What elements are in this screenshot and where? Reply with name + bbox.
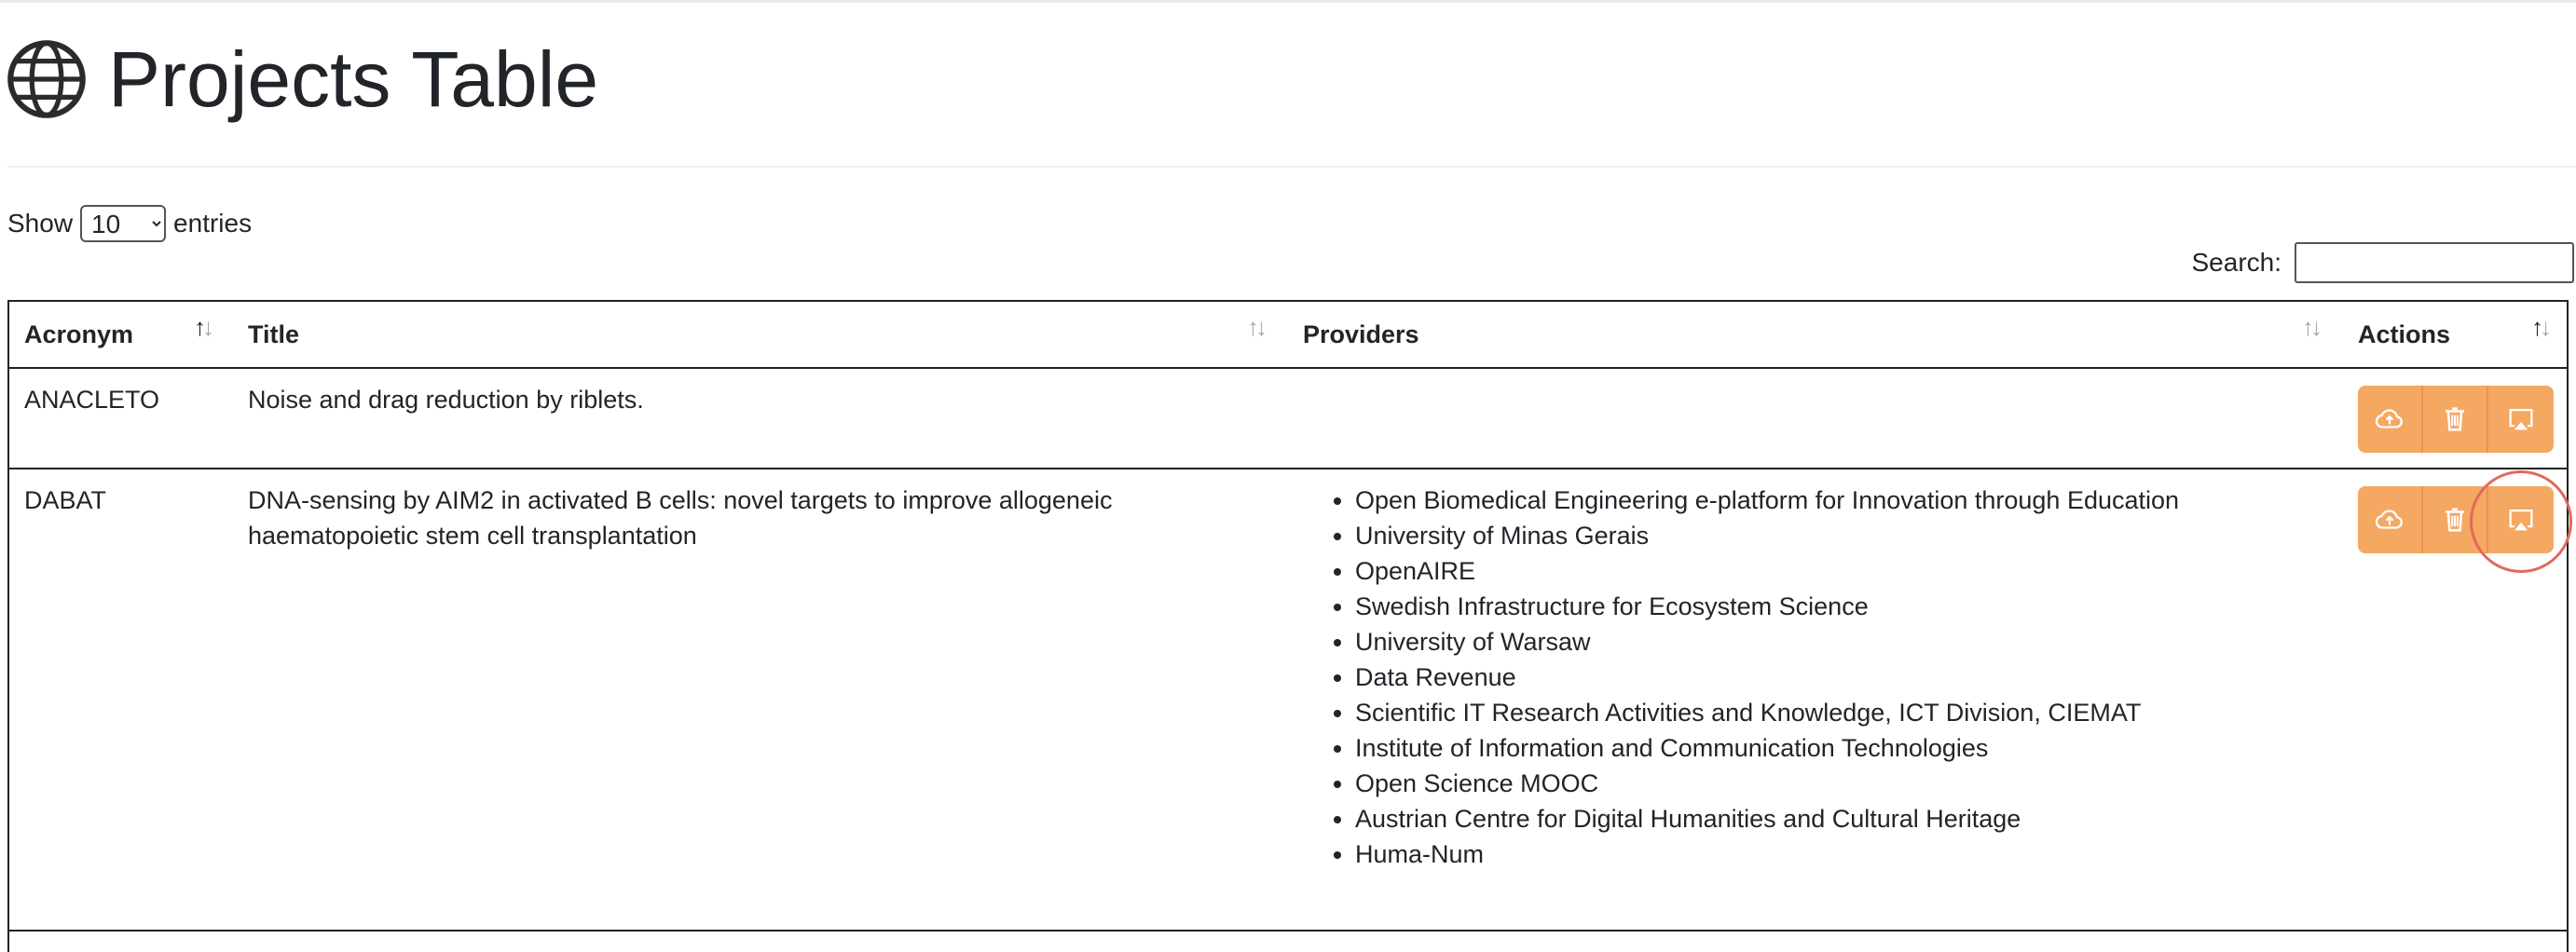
cast-button[interactable] [2488,386,2554,453]
provider-item: Open Science MOOC [1355,766,2179,801]
provider-item: Swedish Infrastructure for Ecosystem Sci… [1355,589,2179,624]
projects-table: Acronym ↑↓ Title ↑↓ Providers ↑↓ Actions… [7,300,2569,952]
column-header-label: Actions [2358,320,2451,348]
page: Projects Table Show 10 entries Search: A… [0,0,2576,952]
column-header-label: Providers [1303,320,1419,348]
sort-icon[interactable]: ↑↓ [2531,313,2552,342]
provider-item: Huma-Num [1355,836,2179,872]
trash-icon [2446,407,2464,431]
table-row: DABAT DNA-sensing by AIM2 in activated B… [9,469,2567,932]
trash-icon [2446,508,2464,532]
action-button-group [2358,486,2554,553]
table-header: Acronym ↑↓ Title ↑↓ Providers ↑↓ Actions… [9,302,2567,369]
delete-button[interactable] [2423,386,2488,453]
provider-item: Data Revenue [1355,660,2179,695]
provider-item: Institute of Information and Communicati… [1355,730,2179,766]
search-label: Search: [2191,248,2282,277]
page-header: Projects Table [6,28,598,130]
column-header-providers[interactable]: Providers [1303,302,1419,367]
column-header-label: Title [248,320,300,348]
sort-icon[interactable]: ↑↓ [2302,313,2323,342]
title-line: haematopoietic stem cell transplantation [248,522,697,550]
column-header-actions[interactable]: Actions [2358,302,2450,367]
provider-item: OpenAIRE [1355,553,2179,589]
entries-select[interactable]: 10 [80,205,167,242]
upload-button[interactable] [2358,386,2423,453]
delete-button[interactable] [2423,486,2488,553]
upload-button[interactable] [2358,486,2423,553]
acronym-cell: DABAT [24,486,107,514]
sort-icon[interactable]: ↑↓ [1247,313,1267,342]
column-header-title[interactable]: Title [248,302,299,367]
length-prefix: Show [7,209,74,238]
airplay-icon [2509,408,2533,430]
globe-icon [7,40,86,118]
sort-icon[interactable]: ↑↓ [194,313,214,342]
length-suffix: entries [173,209,253,238]
table-row: ANACLETO Noise and drag reduction by rib… [9,369,2567,469]
column-header-acronym[interactable]: Acronym [24,302,133,367]
provider-item: University of Warsaw [1355,624,2179,660]
provider-item: Scientific IT Research Activities and Kn… [1355,695,2179,730]
title-divider [7,166,2576,168]
search-control: Search: [2191,242,2574,283]
cloud-upload-icon [2375,510,2403,529]
provider-item: University of Minas Gerais [1355,518,2179,553]
title-cell: DNA-sensing by AIM2 in activated B cells… [248,483,1112,553]
top-rule [0,0,2576,3]
airplay-icon [2509,509,2533,531]
length-control: Show 10 entries [7,205,252,242]
page-title: Projects Table [108,35,599,123]
cloud-upload-icon [2375,409,2403,428]
cast-button[interactable] [2488,486,2554,553]
providers-cell: Open Biomedical Engineering e-platform f… [1325,483,2179,872]
title-line: DNA-sensing by AIM2 in activated B cells… [248,486,1113,514]
acronym-cell: ANACLETO [24,386,160,414]
providers-list: Open Biomedical Engineering e-platform f… [1325,483,2179,872]
title-line: Noise and drag reduction by riblets. [248,386,644,414]
column-header-label: Acronym [24,320,134,348]
search-input[interactable] [2295,242,2574,283]
provider-item: Open Biomedical Engineering e-platform f… [1355,483,2179,518]
title-cell: Noise and drag reduction by riblets. [248,382,644,417]
provider-item: Austrian Centre for Digital Humanities a… [1355,801,2179,836]
action-button-group [2358,386,2554,453]
